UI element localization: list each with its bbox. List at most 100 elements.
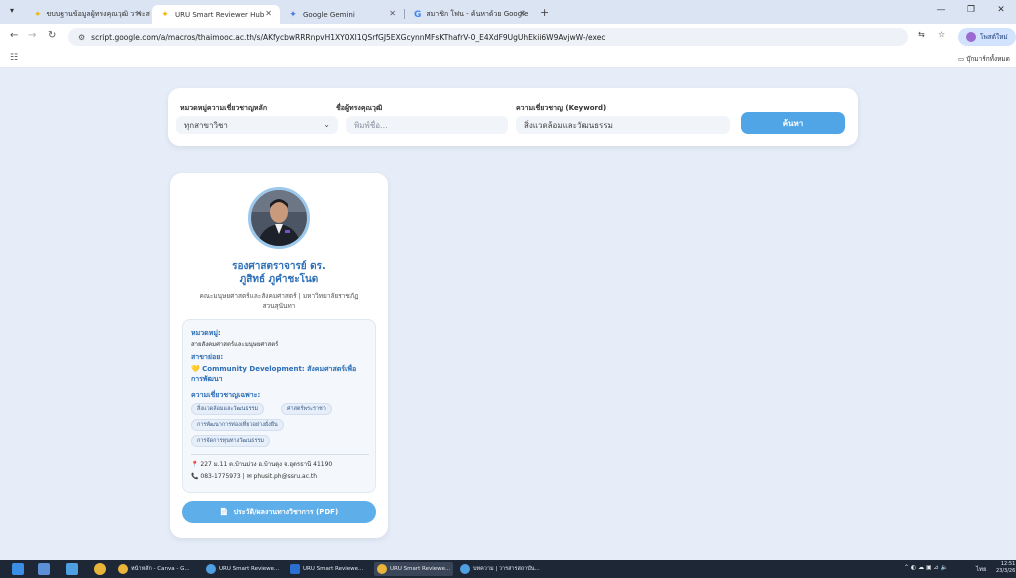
apps-grid-icon[interactable]: ☷ bbox=[10, 53, 18, 63]
address-bar-row: ← → ↻ ⚙ script.google.com/a/macros/thaim… bbox=[0, 24, 1016, 50]
folder-icon: ▭ bbox=[958, 55, 965, 63]
address-text: 227 ม.11 ต.บ้านม่วง อ.บ้านดุง จ.อุดรธานี… bbox=[200, 461, 333, 468]
subfield-heading: สาขาย่อย: bbox=[191, 353, 224, 361]
close-tab-icon[interactable]: ✕ bbox=[265, 9, 272, 18]
search-panel: หมวดหมู่ความเชี่ยวชาญหลัก ทุกสาขาวิชา ⌄ … bbox=[168, 88, 858, 146]
chrome-icon[interactable] bbox=[94, 563, 106, 575]
site-info-icon[interactable]: ⚙ bbox=[78, 33, 85, 42]
taskbar-app-reviewer-3[interactable]: URU Smart Reviewe... bbox=[374, 562, 454, 576]
all-bookmarks-folder[interactable]: ▭ บุ๊กมาร์กทั้งหมด bbox=[958, 54, 1010, 64]
keyword-input[interactable]: สิ่งแวดล้อมและวัฒนธรรม bbox=[516, 116, 730, 134]
minimize-icon[interactable]: — bbox=[926, 5, 956, 15]
gemini-icon: ✦ bbox=[289, 9, 297, 20]
chrome-icon bbox=[206, 564, 216, 574]
expertise-tag: การจัดการทุนทางวัฒนธรรม bbox=[191, 435, 271, 447]
tab-title: URU Smart Reviewer Hub bbox=[175, 10, 265, 19]
contact-text: 083-1775973 | ✉ phusit.ph@ssru.ac.th bbox=[200, 473, 318, 480]
chrome-icon bbox=[377, 564, 387, 574]
details-divider bbox=[191, 454, 369, 455]
input-language[interactable]: ไทย bbox=[976, 564, 987, 574]
expertise-heading: ความเชี่ยวชาญเฉพาะ: bbox=[191, 391, 261, 399]
profile-button[interactable]: โพสต์ใหม่ bbox=[958, 28, 1016, 46]
tab-title: สมาชิก โฟน - ค้นหาด้วย Google bbox=[426, 10, 529, 18]
expertise-tag: ศาสตร์พระราชา bbox=[281, 403, 332, 415]
url-bar[interactable]: ⚙ script.google.com/a/macros/thaimooc.ac… bbox=[68, 28, 908, 46]
tab-reviewer-database[interactable]: ✦ ขบบฐานข้อมูลผู้ทรงคุณวุฒิ วาระสา... ✕ bbox=[26, 5, 150, 24]
clock-date: 23/3/26 bbox=[996, 568, 1016, 574]
url-text: script.google.com/a/macros/thaimooc.ac.t… bbox=[91, 32, 606, 42]
close-tab-icon[interactable]: ✕ bbox=[135, 9, 142, 18]
reviewer-card: รองศาสตราจารย์ ดร. ภูสิทธ์ ภูคำชะโนด คณะ… bbox=[170, 173, 388, 538]
category-label: หมวดหมู่ความเชี่ยวชาญหลัก bbox=[180, 104, 268, 112]
name-placeholder: พิมพ์ชื่อ... bbox=[354, 120, 388, 130]
search-button[interactable]: ค้นหา bbox=[741, 112, 845, 134]
contact-line: 📞 083-1775973 | ✉ phusit.ph@ssru.ac.th bbox=[191, 473, 317, 480]
affiliation-line: คณะมนุษยศาสตร์และสังคมศาสตร์ | มหาวิทยาล… bbox=[199, 292, 359, 300]
category-value: สายสังคมศาสตร์และมนุษยศาสตร์ bbox=[191, 341, 279, 348]
affiliation-line: สวนสุนันทา bbox=[262, 302, 296, 310]
task-view-icon[interactable] bbox=[38, 563, 50, 575]
tray-icons[interactable]: ⌃ ◐ ☁ ▣ ⊿ 🔈 bbox=[904, 564, 948, 571]
browser-tab-strip: ▾ ✦ ขบบฐานข้อมูลผู้ทรงคุณวุฒิ วาระสา... … bbox=[0, 0, 1016, 24]
chrome-icon bbox=[118, 564, 128, 574]
cv-pdf-button[interactable]: 📄 ประวัติ/ผลงานทางวิชาการ (PDF) bbox=[182, 501, 376, 523]
category-select-value: ทุกสาขาวิชา bbox=[184, 120, 228, 130]
forward-icon[interactable]: → bbox=[28, 30, 36, 41]
taskbar-app-label: URU Smart Reviewe... bbox=[303, 566, 364, 572]
reload-icon[interactable]: ↻ bbox=[48, 30, 56, 41]
reviewer-affiliation: คณะมนุษยศาสตร์และสังคมศาสตร์ | มหาวิทยาล… bbox=[188, 291, 370, 311]
close-tab-icon[interactable]: ✕ bbox=[389, 9, 396, 18]
tab-favicon-icon: ✦ bbox=[161, 9, 169, 20]
category-select[interactable]: ทุกสาขาวิชา ⌄ bbox=[176, 116, 338, 134]
file-explorer-icon[interactable] bbox=[66, 563, 78, 575]
tab-google-gemini[interactable]: ✦ Google Gemini ✕ bbox=[280, 5, 404, 24]
reviewer-name: ภูสิทธ์ ภูคำชะโนด bbox=[239, 274, 319, 285]
bookmark-star-icon[interactable]: ☆ bbox=[938, 30, 945, 39]
taskbar-app-canva[interactable]: หน้าหลัก - Canva - G... bbox=[118, 562, 190, 576]
category-heading: หมวดหมู่: bbox=[191, 329, 221, 337]
close-window-icon[interactable]: ✕ bbox=[986, 5, 1016, 15]
phone-icon: 📞 bbox=[191, 473, 199, 480]
taskbar-app-label: บทความ | วารสารสถาบัน... bbox=[473, 566, 540, 572]
profile-label: โพสต์ใหม่ bbox=[980, 33, 1008, 41]
expertise-tag: การพัฒนาการท่องเที่ยวอย่างยั่งยืน bbox=[191, 419, 284, 431]
reviewer-details: หมวดหมู่: สายสังคมศาสตร์และมนุษยศาสตร์ ส… bbox=[182, 319, 376, 493]
close-tab-icon[interactable]: ✕ bbox=[519, 9, 526, 18]
chrome-icon bbox=[460, 564, 470, 574]
taskbar-app-journal[interactable]: บทความ | วารสารสถาบัน... bbox=[460, 562, 540, 576]
subfield-value: 💛 Community Development: สังคมศาสตร์เพื่… bbox=[191, 365, 357, 383]
name-search-input[interactable]: พิมพ์ชื่อ... bbox=[346, 116, 508, 134]
tab-uru-smart-reviewer-hub[interactable]: ✦ URU Smart Reviewer Hub ✕ bbox=[152, 5, 280, 24]
clock-time: 12:51 bbox=[1000, 561, 1016, 567]
tab-divider bbox=[404, 9, 405, 19]
windows-start-icon[interactable] bbox=[12, 563, 24, 575]
chevron-down-icon: ⌄ bbox=[323, 120, 330, 129]
new-tab-button[interactable]: + bbox=[540, 6, 549, 19]
document-icon: 📄 bbox=[219, 508, 229, 516]
expertise-tag: สิ่งแวดล้อมและวัฒนธรรม bbox=[191, 403, 265, 415]
taskbar-app-reviewer-1[interactable]: URU Smart Reviewe... bbox=[206, 562, 279, 576]
keyword-value: สิ่งแวดล้อมและวัฒนธรรม bbox=[524, 120, 613, 130]
bookmark-folder-label: บุ๊กมาร์กทั้งหมด bbox=[966, 55, 1010, 63]
avatar bbox=[966, 32, 976, 42]
restore-icon[interactable]: ❐ bbox=[956, 5, 986, 15]
page-content: หมวดหมู่ความเชี่ยวชาญหลัก ทุกสาขาวิชา ⌄ … bbox=[0, 68, 1016, 560]
taskbar-app-reviewer-2[interactable]: URU Smart Reviewe... bbox=[290, 562, 363, 576]
tab-google-search[interactable]: G สมาชิก โฟน - ค้นหาด้วย Google ✕ bbox=[406, 5, 534, 24]
address-line: 📍 227 ม.11 ต.บ้านม่วง อ.บ้านดุง จ.อุดรธา… bbox=[191, 459, 332, 469]
tab-search-icon[interactable]: ▾ bbox=[10, 6, 14, 15]
taskbar-app-label: URU Smart Reviewe... bbox=[219, 566, 280, 572]
back-icon[interactable]: ← bbox=[10, 30, 18, 41]
translate-icon[interactable]: ⇆ bbox=[918, 30, 925, 39]
name-label: ชื่อผู้ทรงคุณวุฒิ bbox=[336, 104, 383, 112]
keyword-label: ความเชี่ยวชาญ (Keyword) bbox=[516, 104, 607, 112]
cv-button-label: ประวัติ/ผลงานทางวิชาการ (PDF) bbox=[233, 507, 339, 516]
system-clock[interactable]: 12:51 23/3/26 bbox=[996, 561, 1015, 575]
bookmarks-bar: ☷ ▭ บุ๊กมาร์กทั้งหมด bbox=[0, 50, 1016, 68]
reviewer-photo bbox=[248, 187, 310, 249]
window-controls: — ❐ ✕ bbox=[926, 5, 1016, 15]
taskbar-app-label: หน้าหลัก - Canva - G... bbox=[131, 566, 190, 572]
tab-favicon-icon: ✦ bbox=[34, 9, 42, 20]
google-icon: G bbox=[414, 9, 422, 20]
location-pin-icon: 📍 bbox=[191, 461, 199, 468]
